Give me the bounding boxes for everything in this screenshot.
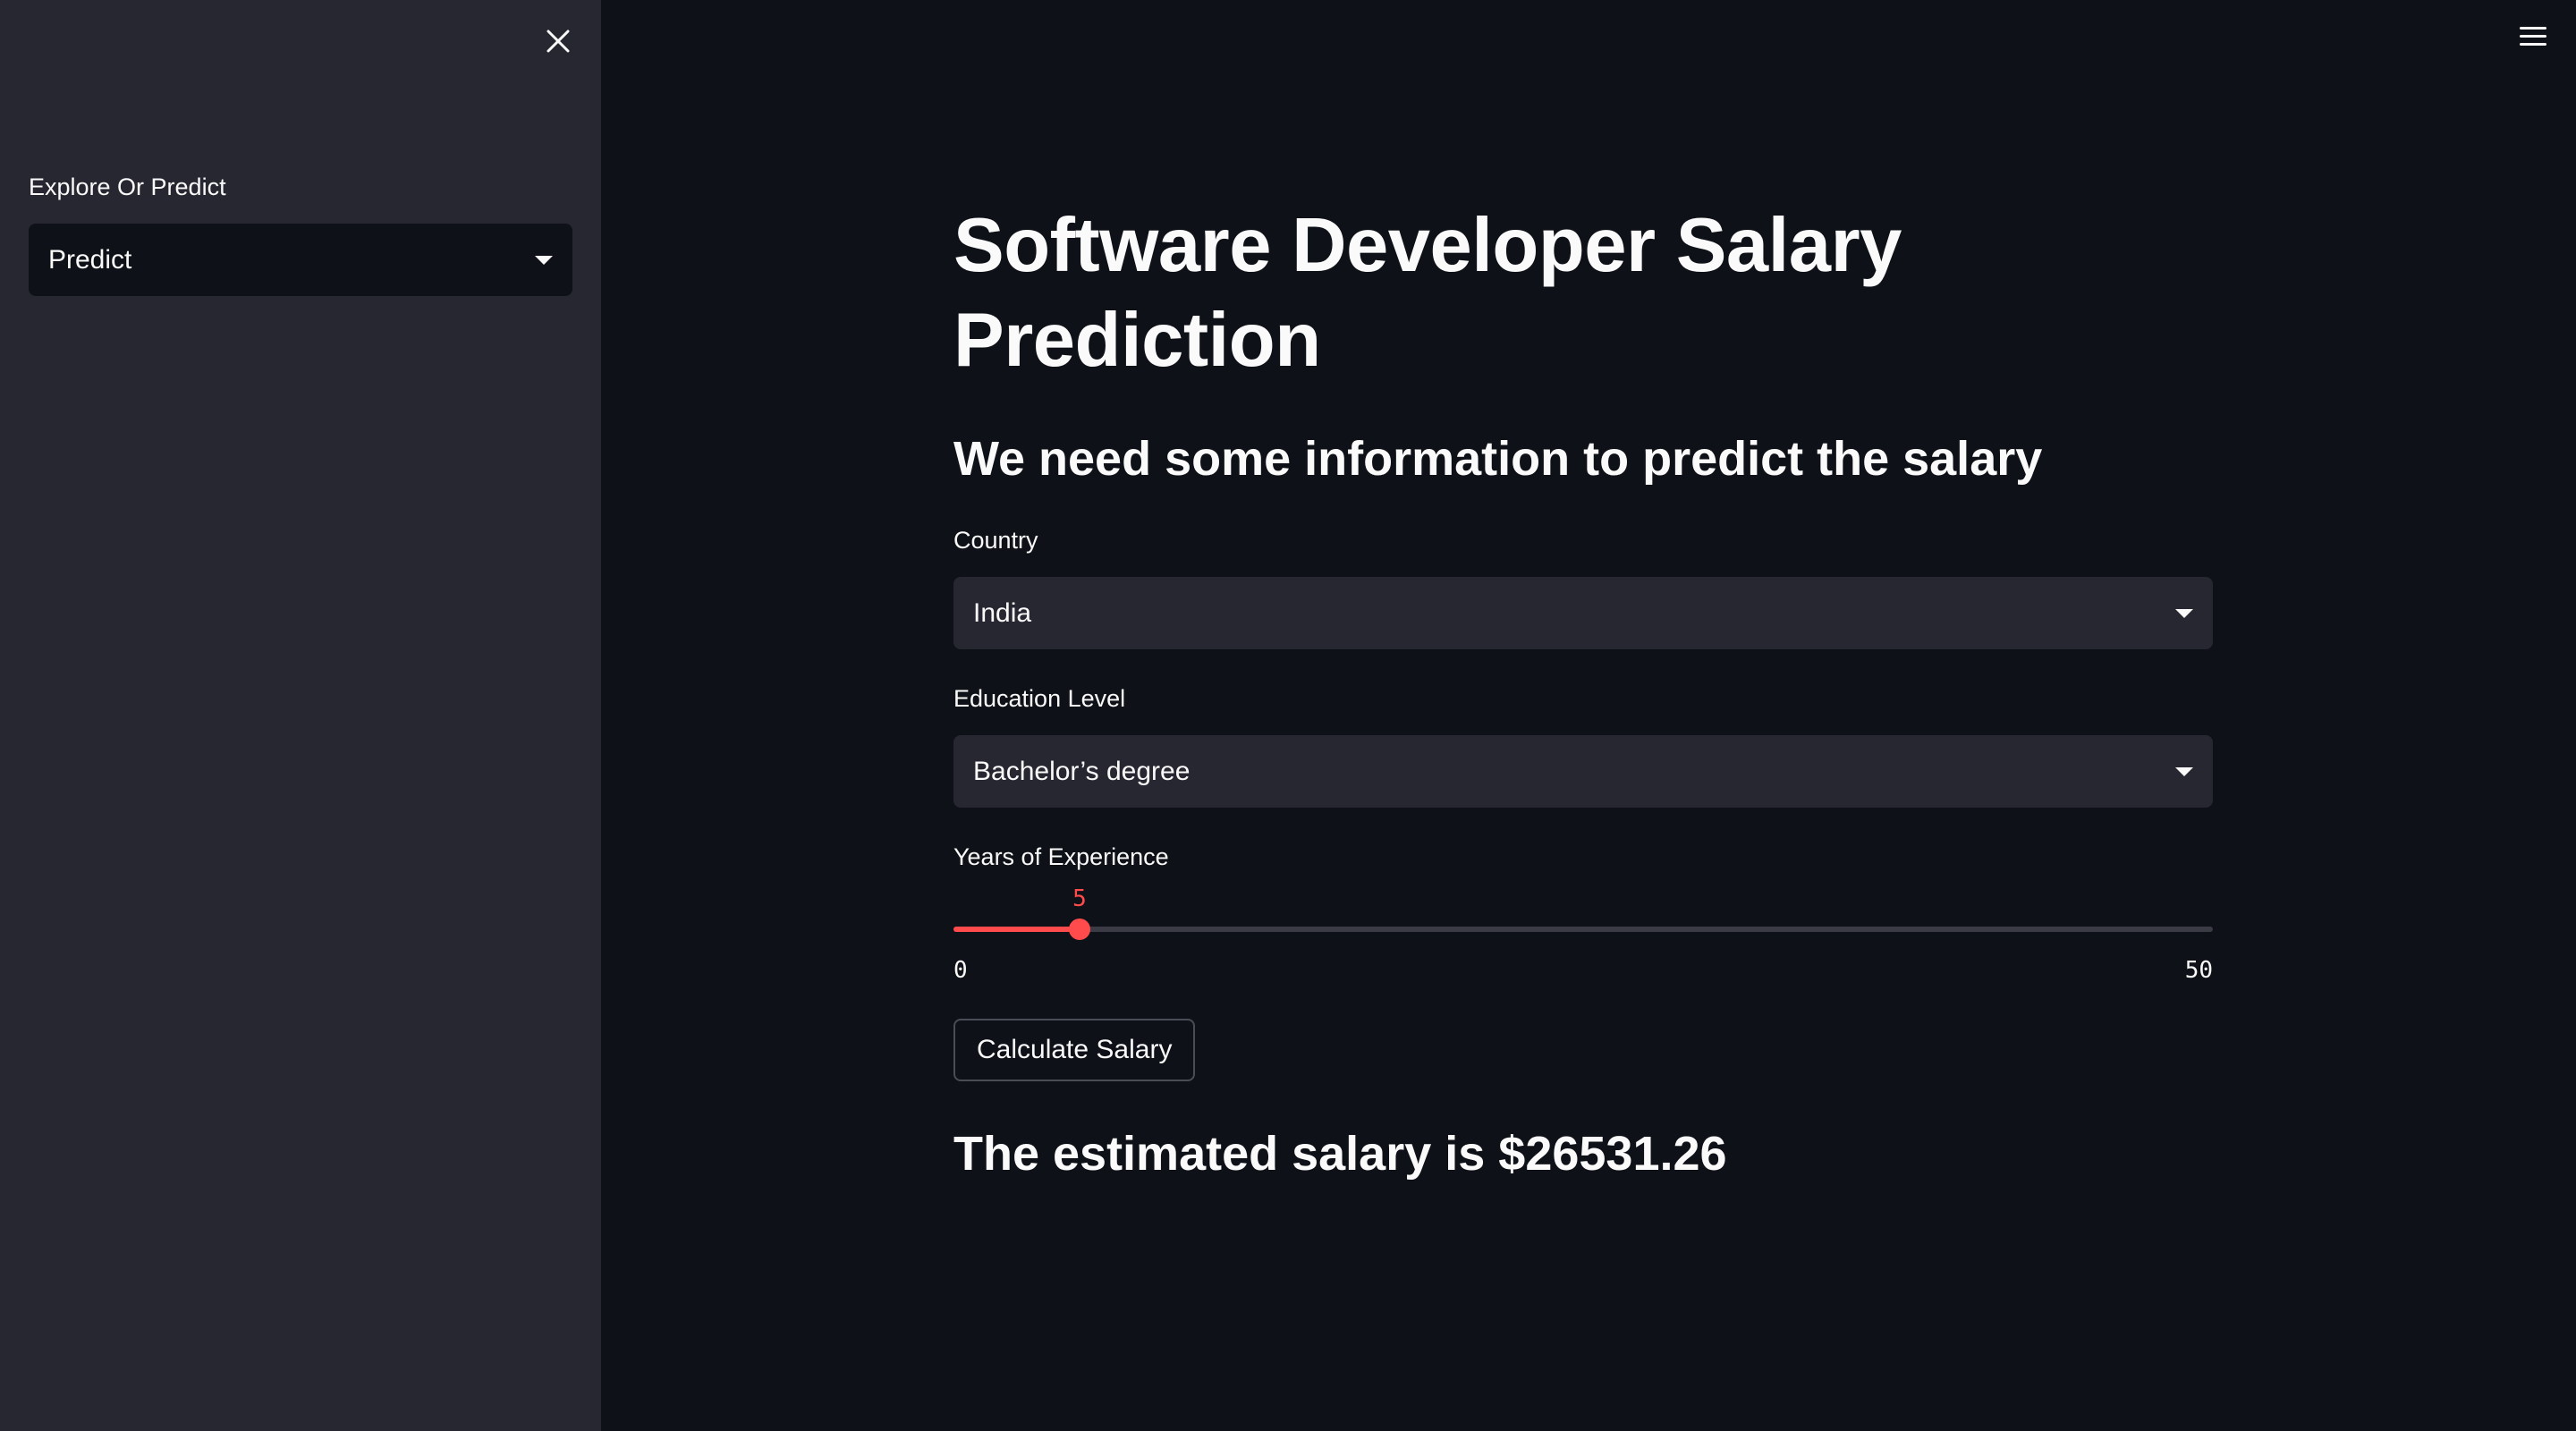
country-label: Country <box>953 527 1038 554</box>
app: Explore Or Predict Predict Software Deve… <box>0 0 2576 1431</box>
close-icon <box>547 30 570 53</box>
close-sidebar-button[interactable] <box>537 20 580 63</box>
page-subtitle: We need some information to predict the … <box>953 432 2043 486</box>
chevron-down-icon <box>2175 608 2193 618</box>
slider-min-label: 0 <box>953 957 968 984</box>
slider-fill <box>953 927 1080 932</box>
page-title: Software Developer Salary Prediction <box>953 203 1902 383</box>
hamburger-menu-icon <box>2520 42 2546 46</box>
explore-predict-label: Explore Or Predict <box>29 174 226 200</box>
education-select[interactable]: Bachelor’s degree <box>953 735 2213 808</box>
sidebar: Explore Or Predict Predict <box>0 0 601 1431</box>
hamburger-menu-icon <box>2520 26 2546 30</box>
slider-handle[interactable] <box>1069 919 1090 940</box>
salary-result: The estimated salary is $26531.26 <box>953 1127 1727 1181</box>
slider-current-value: 5 <box>1072 885 1087 912</box>
explore-predict-select[interactable]: Predict <box>29 224 572 296</box>
explore-predict-selected-value: Predict <box>48 244 132 275</box>
education-selected-value: Bachelor’s degree <box>973 756 1191 786</box>
calculate-salary-button[interactable]: Calculate Salary <box>953 1019 1196 1081</box>
slider-track[interactable] <box>953 927 2213 932</box>
chevron-down-icon <box>2175 766 2193 776</box>
slider-max-label: 50 <box>2184 957 2213 984</box>
education-label: Education Level <box>953 685 1126 712</box>
chevron-down-icon <box>535 255 553 265</box>
experience-label: Years of Experience <box>953 843 1169 870</box>
experience-slider[interactable]: 5 0 50 <box>953 876 2213 984</box>
country-selected-value: India <box>973 597 1032 628</box>
country-select[interactable]: India <box>953 577 2213 649</box>
hamburger-menu-icon <box>2520 34 2546 38</box>
main-menu-button[interactable] <box>2512 18 2555 54</box>
